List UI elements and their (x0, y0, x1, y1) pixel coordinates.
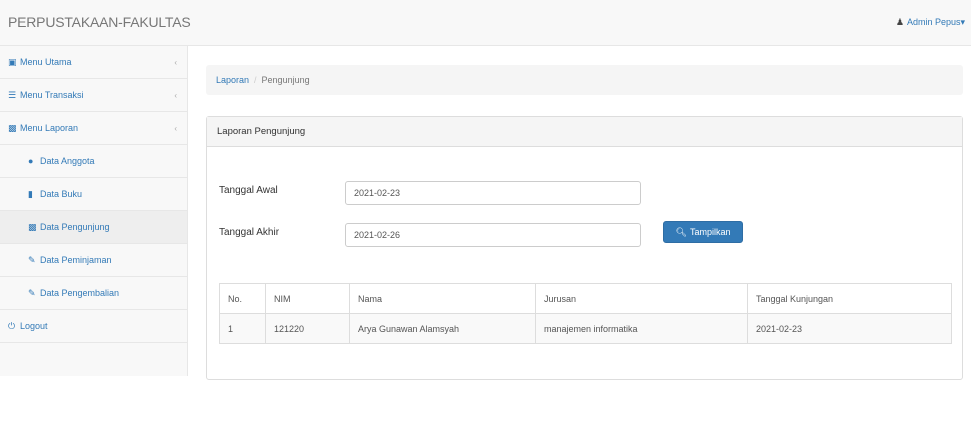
sidebar: ▣ Menu Utama ‹ ☰ Menu Transaksi ‹ ▩ Menu La… (0, 46, 188, 376)
chevron-down-icon: ▾ (960, 17, 965, 27)
sidebar-subitem-data-buku[interactable]: ▮ Data Buku (0, 178, 187, 211)
search-icon: 🔍︎ (675, 227, 687, 237)
show-button[interactable]: 🔍︎ Tampilkan (663, 221, 743, 243)
users-icon: ● (28, 156, 34, 166)
panel-title: Laporan Pengunjung (207, 117, 962, 147)
sidebar-item-label: Data Buku (40, 189, 83, 199)
sidebar-item-logout[interactable]: ⏻ Logout (0, 310, 187, 343)
cell-jurusan: manajemen informatika (535, 313, 748, 344)
user-name: Admin Pepus (906, 17, 961, 27)
sidebar-item-label: Data Anggota (40, 156, 95, 166)
column-header-nim: NIM (265, 283, 350, 314)
sidebar-item-label: Data Peminjaman (40, 255, 112, 265)
report-panel: Laporan Pengunjung Tanggal Awal Tanggal … (206, 116, 963, 380)
cell-nama: Arya Gunawan Alamsyah (349, 313, 536, 344)
chevron-left-icon: ‹ (174, 91, 177, 100)
cell-nim: 121220 (265, 313, 350, 344)
file-icon: ▩ (28, 222, 37, 232)
end-date-input[interactable] (345, 223, 641, 247)
sidebar-subitem-data-pengunjung[interactable]: ▩ Data Pengunjung (0, 211, 187, 244)
sidebar-item-label: Menu Transaksi (20, 90, 84, 100)
book-icon: ▮ (28, 189, 33, 199)
table-row: 1 121220 Arya Gunawan Alamsyah manajemen… (219, 313, 952, 344)
cell-tanggal-kunjungan: 2021-02-23 (747, 313, 952, 344)
visitor-table: No. NIM Nama Jurusan Tanggal Kunjungan 1… (219, 283, 952, 344)
sidebar-subitem-data-anggota[interactable]: ● Data Anggota (0, 145, 187, 178)
breadcrumb-current: Pengunjung (261, 75, 310, 85)
sidebar-item-label: Menu Utama (20, 57, 72, 67)
chevron-left-icon: ‹ (174, 124, 177, 133)
main-content: Laporan / Pengunjung Laporan Pengunjung Ta… (188, 46, 971, 431)
breadcrumb-link-laporan[interactable]: Laporan (216, 75, 249, 85)
sidebar-item-label: Data Pengunjung (40, 222, 110, 232)
sidebar-item-menu-transaksi[interactable]: ☰ Menu Transaksi ‹ (0, 79, 187, 112)
user-icon: ♟ (895, 17, 904, 27)
column-header-tanggal-kunjungan: Tanggal Kunjungan (747, 283, 952, 314)
end-date-label: Tanggal Akhir (219, 227, 280, 238)
sidebar-item-label: Data Pengembalian (40, 288, 120, 298)
chevron-left-icon: ‹ (174, 58, 177, 67)
breadcrumb-separator: / (254, 75, 257, 85)
show-button-label: Tampilkan (689, 227, 731, 237)
user-menu[interactable]: ♟ Admin Pepus▾ (896, 17, 965, 28)
start-date-label: Tanggal Awal (219, 185, 278, 196)
sidebar-item-label: Logout (20, 321, 48, 331)
sidebar-item-menu-utama[interactable]: ▣ Menu Utama ‹ (0, 46, 187, 79)
sidebar-item-menu-laporan[interactable]: ▩ Menu Laporan ‹ (0, 112, 187, 145)
list-icon: ☰ (8, 90, 17, 100)
edit-icon: ✎ (28, 255, 36, 265)
app-brand[interactable]: PERPUSTAKAAN-FAKULTAS (8, 14, 191, 30)
sidebar-subitem-data-pengembalian[interactable]: ✎ Data Pengembalian (0, 277, 187, 310)
monitor-icon: ▣ (8, 57, 17, 67)
top-navbar: PERPUSTAKAAN-FAKULTAS ♟ Admin Pepus▾ (0, 0, 971, 46)
sidebar-item-label: Menu Laporan (20, 123, 79, 133)
table-header-row: No. NIM Nama Jurusan Tanggal Kunjungan (219, 283, 952, 314)
power-icon: ⏻ (8, 321, 16, 331)
file-icon: ▩ (8, 123, 17, 133)
column-header-no: No. (219, 283, 266, 314)
column-header-jurusan: Jurusan (535, 283, 748, 314)
breadcrumb: Laporan / Pengunjung (206, 65, 963, 95)
column-header-nama: Nama (349, 283, 536, 314)
sidebar-subitem-data-peminjaman[interactable]: ✎ Data Peminjaman (0, 244, 187, 277)
cell-no: 1 (219, 313, 266, 344)
edit-icon: ✎ (28, 288, 36, 298)
start-date-input[interactable] (345, 181, 641, 205)
